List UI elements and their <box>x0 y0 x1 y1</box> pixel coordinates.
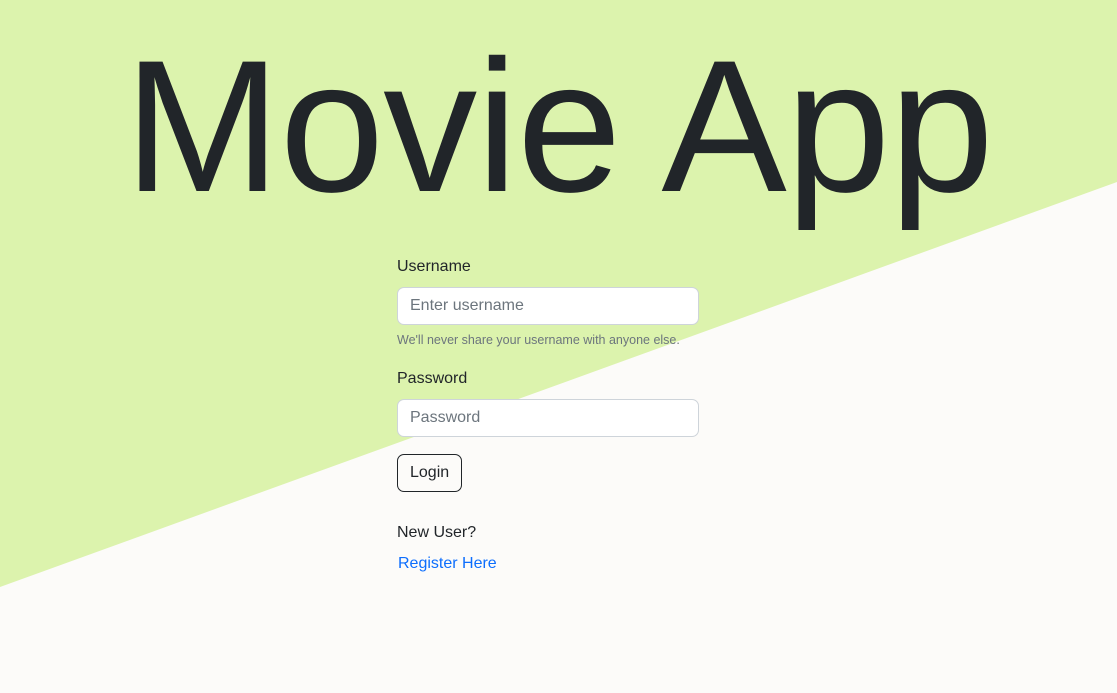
login-form: Username We'll never share your username… <box>397 256 699 575</box>
password-input[interactable] <box>397 399 699 437</box>
new-user-prompt: New User? <box>397 524 477 541</box>
login-button[interactable]: Login <box>397 454 463 492</box>
password-group: Password <box>397 368 699 437</box>
login-page: Movie App Username We'll never share you… <box>0 0 1117 693</box>
username-group: Username We'll never share your username… <box>397 256 699 348</box>
username-input[interactable] <box>397 287 699 325</box>
username-label: Username <box>397 258 471 275</box>
password-label: Password <box>397 370 468 387</box>
app-title: Movie App <box>124 21 994 231</box>
username-help-text: We'll never share your username with any… <box>397 333 680 347</box>
register-link[interactable]: Register Here <box>398 553 497 575</box>
